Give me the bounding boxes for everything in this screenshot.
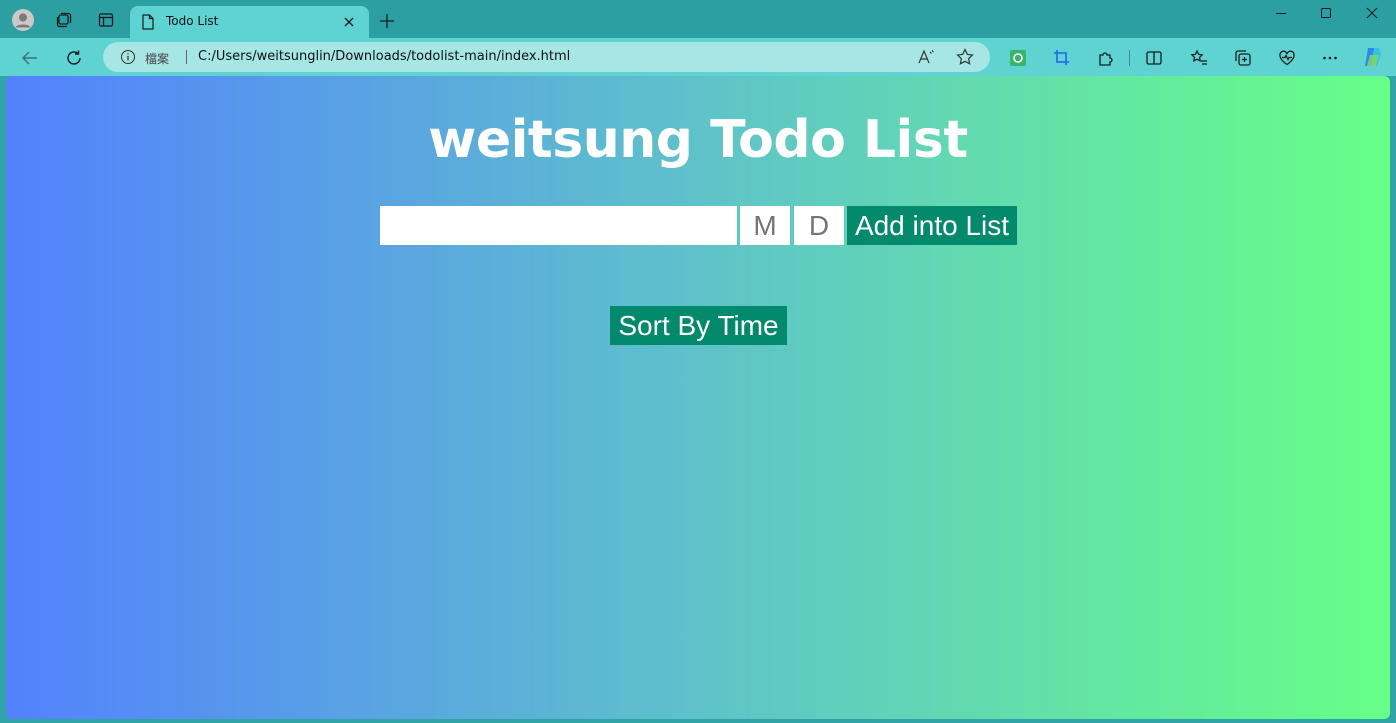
workspaces-icon[interactable]: [53, 9, 75, 31]
minimize-icon[interactable]: [1270, 4, 1292, 22]
day-input[interactable]: [794, 206, 844, 245]
extensions-puzzle-icon[interactable]: [1094, 46, 1118, 70]
browser-essentials-icon[interactable]: [1275, 46, 1299, 70]
page-title: weitsung Todo List: [428, 110, 968, 170]
tab-close-icon[interactable]: [339, 12, 359, 32]
month-input[interactable]: [740, 206, 790, 245]
favorite-star-icon[interactable]: [955, 47, 975, 67]
collections-icon[interactable]: [1231, 46, 1255, 70]
read-aloud-icon[interactable]: [916, 47, 936, 67]
extension-green-icon[interactable]: [1006, 46, 1030, 70]
copilot-icon[interactable]: [1360, 44, 1386, 70]
todo-text-input[interactable]: [380, 206, 737, 245]
address-divider: [186, 50, 187, 64]
split-screen-icon[interactable]: [1142, 46, 1166, 70]
browser-window: Todo List 檔案 C:/Users/weitsunglin/Downlo…: [0, 0, 1396, 723]
profile-avatar-icon[interactable]: [12, 9, 34, 31]
crop-extension-icon[interactable]: [1050, 46, 1074, 70]
tab-actions-icon[interactable]: [95, 9, 117, 31]
page-viewport: weitsung Todo List Add into List Sort By…: [6, 76, 1390, 719]
file-scheme-label: 檔案: [145, 52, 170, 66]
more-options-icon[interactable]: [1318, 46, 1342, 70]
sort-by-time-button[interactable]: Sort By Time: [610, 306, 787, 345]
refresh-icon[interactable]: [62, 46, 86, 70]
toolbar-divider: [1129, 50, 1130, 66]
tab-todo-list[interactable]: Todo List: [130, 6, 369, 38]
tab-title: Todo List: [166, 14, 219, 28]
address-bar[interactable]: 檔案 C:/Users/weitsunglin/Downloads/todoli…: [103, 42, 990, 72]
document-icon: [141, 14, 155, 30]
new-tab-icon[interactable]: [376, 10, 398, 32]
info-icon[interactable]: [120, 49, 136, 65]
maximize-icon[interactable]: [1315, 4, 1337, 22]
add-into-list-button[interactable]: Add into List: [847, 206, 1017, 245]
favorites-list-icon[interactable]: [1187, 46, 1211, 70]
browser-toolbar: 檔案 C:/Users/weitsunglin/Downloads/todoli…: [0, 38, 1396, 76]
close-window-icon[interactable]: [1361, 4, 1383, 22]
url-text[interactable]: C:/Users/weitsunglin/Downloads/todolist-…: [198, 49, 570, 64]
back-icon[interactable]: [18, 46, 42, 70]
tab-strip: Todo List: [0, 0, 1396, 38]
